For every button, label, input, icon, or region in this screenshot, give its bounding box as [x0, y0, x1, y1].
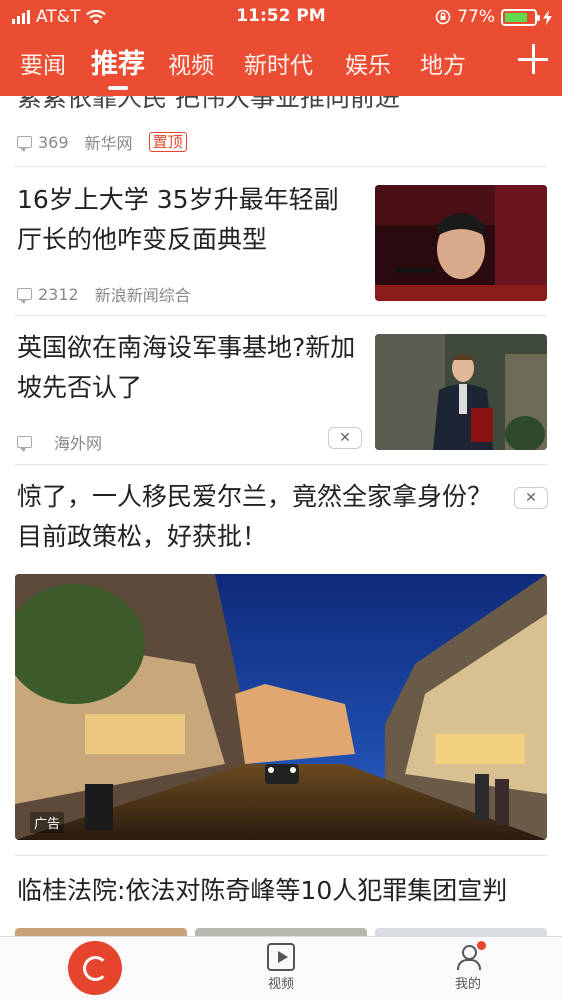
dislike-close-button[interactable]: ✕	[514, 487, 548, 509]
orientation-lock-icon	[435, 9, 451, 25]
thumbnail-image[interactable]	[375, 334, 547, 450]
nav-me[interactable]: 我的	[438, 941, 498, 992]
news-feed[interactable]: 紧紧依靠人民 把伟大事业推向前进 369 新华网 置顶 16岁上大学 35岁升最…	[0, 96, 562, 936]
comment-icon	[17, 136, 32, 152]
pinned-badge: 置顶	[148, 132, 187, 152]
status-bar: AT&T 11:52 PM 77%	[0, 0, 562, 34]
active-tab-indicator	[108, 86, 128, 90]
tab-tuijian[interactable]: 推荐	[91, 42, 145, 81]
headline[interactable]: 紧紧依靠人民 把伟大事业推向前进	[17, 96, 547, 118]
notification-dot	[477, 941, 486, 950]
charging-icon	[543, 9, 552, 25]
nav-video-label: 视频	[267, 977, 294, 992]
nav-me-label: 我的	[454, 977, 481, 992]
source-label: 新浪新闻综合	[94, 286, 191, 305]
comment-icon	[17, 288, 32, 304]
divider	[15, 315, 547, 316]
bottom-nav: 视频 我的	[0, 936, 562, 1000]
video-play-icon	[267, 943, 295, 971]
tab-yule[interactable]: 娱乐	[345, 46, 391, 80]
thumbnail-image[interactable]	[15, 928, 187, 936]
comment-count: 369	[38, 132, 69, 152]
battery-percent: 77%	[457, 7, 495, 27]
dislike-close-button[interactable]: ✕	[328, 427, 362, 449]
tab-yaowen[interactable]: 要闻	[20, 46, 66, 80]
headline[interactable]: 英国欲在南海设军事基地?新加坡先否认了	[17, 328, 362, 408]
thumbnail-image[interactable]	[375, 928, 547, 936]
divider	[15, 464, 547, 465]
nav-video[interactable]: 视频	[251, 943, 311, 992]
channel-tabs: 要闻 推荐 视频 新时代 娱乐 地方	[0, 42, 500, 90]
thumbnail-image[interactable]	[375, 185, 547, 301]
headline[interactable]: 16岁上大学 35岁升最年轻副厅长的他咋变反面典型	[17, 180, 357, 260]
comment-count: 2312	[38, 284, 79, 304]
battery-icon	[501, 8, 540, 26]
headline[interactable]: 惊了，一人移民爱尔兰，竟然全家拿身份？目前政策松，好获批！	[17, 477, 497, 557]
ad-label: 广告	[30, 812, 65, 833]
top-header: AT&T 11:52 PM 77% 要闻 推荐 视频 新时代 娱乐 地方	[0, 0, 562, 96]
refresh-home-button[interactable]	[68, 941, 122, 995]
headline[interactable]: 临桂法院:依法对陈奇峰等10人犯罪集团宣判	[17, 871, 552, 911]
ad-banner-image[interactable]	[15, 574, 547, 840]
tab-xinshidai[interactable]: 新时代	[244, 46, 313, 80]
comment-icon	[17, 436, 32, 452]
tab-difang[interactable]: 地方	[420, 46, 466, 80]
divider	[15, 855, 547, 856]
add-channel-icon[interactable]	[518, 44, 548, 74]
source-label: 海外网	[54, 434, 103, 453]
tab-shipin[interactable]: 视频	[168, 46, 214, 80]
divider	[15, 166, 547, 167]
source-label: 新华网	[84, 134, 133, 153]
thumbnail-image[interactable]	[195, 928, 367, 936]
